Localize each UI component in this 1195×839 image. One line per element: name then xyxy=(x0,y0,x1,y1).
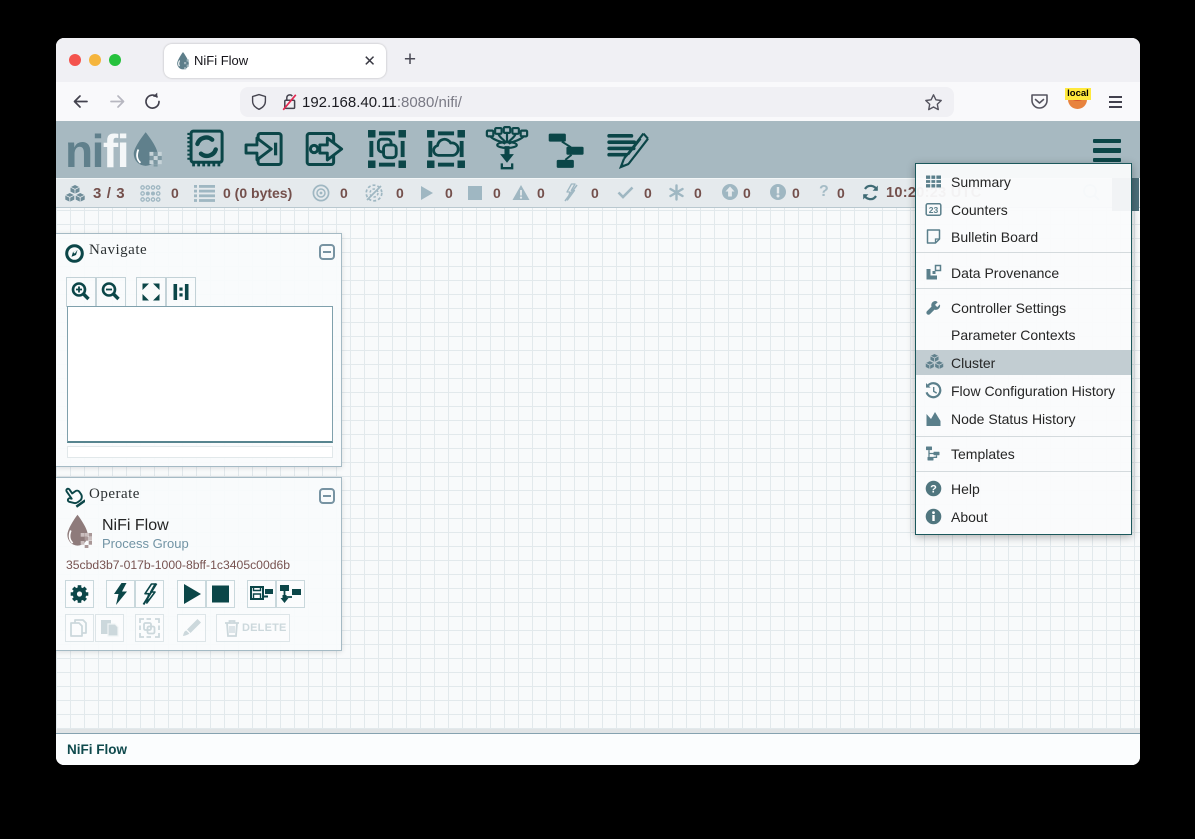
svg-text:?: ? xyxy=(930,484,937,496)
svg-text:23: 23 xyxy=(929,204,939,214)
